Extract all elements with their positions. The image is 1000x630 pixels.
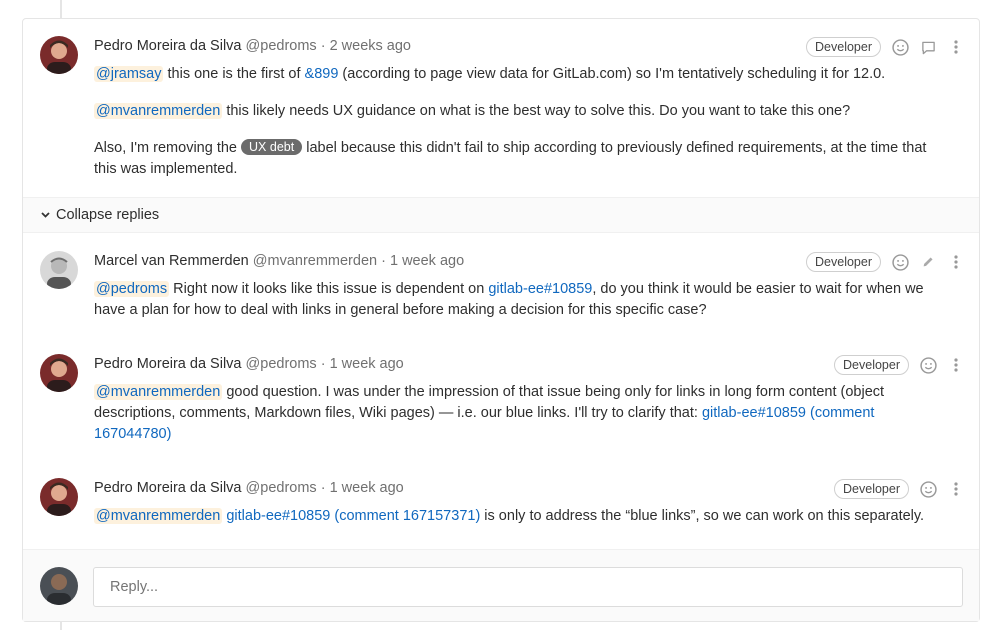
- note-text: @mvanremmerden gitlab-ee#10859 (comment …: [94, 506, 939, 527]
- separator: ·: [320, 480, 326, 496]
- separator: ·: [320, 356, 326, 372]
- collapse-replies-label: Collapse replies: [56, 207, 160, 223]
- author-name[interactable]: Pedro Moreira da Silva: [94, 480, 242, 496]
- note-timestamp[interactable]: 1 week ago: [390, 253, 464, 269]
- reply-input[interactable]: [93, 567, 963, 607]
- author-name[interactable]: Marcel van Remmerden: [94, 253, 249, 269]
- text: is only to address the “blue links”, so …: [480, 508, 925, 524]
- text: (according to page view data for GitLab.…: [338, 66, 886, 82]
- text: Also, I'm removing the: [94, 140, 242, 156]
- author-handle[interactable]: @mvanremmerden: [253, 253, 377, 269]
- avatar[interactable]: [40, 478, 78, 516]
- author-handle[interactable]: @pedroms: [246, 38, 317, 54]
- avatar[interactable]: [40, 354, 78, 392]
- avatar[interactable]: [40, 251, 78, 289]
- collapse-replies-toggle[interactable]: Collapse replies: [23, 197, 979, 233]
- avatar[interactable]: [40, 36, 78, 74]
- user-mention[interactable]: @jramsay: [94, 66, 164, 82]
- user-mention[interactable]: @mvanremmerden: [94, 508, 223, 524]
- role-badge: Developer: [806, 37, 881, 57]
- note-header: Pedro Moreira da Silva @pedroms · 1 week…: [94, 478, 939, 498]
- user-mention[interactable]: @mvanremmerden: [94, 103, 223, 119]
- note-actions: Developer: [806, 251, 965, 273]
- note-text: @jramsay this one is the first of &899 (…: [94, 64, 939, 180]
- text: Right now it looks like this issue is de…: [169, 281, 489, 297]
- pencil-icon[interactable]: [919, 253, 937, 271]
- role-badge: Developer: [834, 355, 909, 375]
- chevron-down-icon: [41, 199, 50, 233]
- role-badge: Developer: [806, 252, 881, 272]
- note-text: @pedroms Right now it looks like this is…: [94, 279, 939, 321]
- timeline-line: [60, 0, 62, 18]
- author-name[interactable]: Pedro Moreira da Silva: [94, 356, 242, 372]
- separator: ·: [320, 38, 326, 54]
- separator: ·: [381, 253, 386, 269]
- current-user-avatar[interactable]: [40, 567, 78, 605]
- text: this likely needs UX guidance on what is…: [222, 103, 851, 119]
- label-badge[interactable]: UX debt: [241, 139, 303, 155]
- discussion-thread: Pedro Moreira da Silva @pedroms · 2 week…: [22, 18, 980, 622]
- note-actions: Developer: [806, 36, 965, 58]
- author-handle[interactable]: @pedroms: [246, 480, 317, 496]
- author-handle[interactable]: @pedroms: [246, 356, 317, 372]
- note-actions: Developer: [834, 354, 965, 376]
- smiley-icon[interactable]: [891, 253, 909, 271]
- note-timestamp[interactable]: 1 week ago: [330, 480, 404, 496]
- note-actions: Developer: [834, 478, 965, 500]
- issue-link[interactable]: gitlab-ee#10859: [488, 281, 592, 297]
- note-timestamp[interactable]: 2 weeks ago: [330, 38, 411, 54]
- text: this one is the first of: [163, 66, 305, 82]
- author-name[interactable]: Pedro Moreira da Silva: [94, 38, 242, 54]
- smiley-icon[interactable]: [919, 480, 937, 498]
- kebab-menu-icon[interactable]: [947, 253, 965, 271]
- kebab-menu-icon[interactable]: [947, 356, 965, 374]
- kebab-menu-icon[interactable]: [947, 38, 965, 56]
- comment-icon[interactable]: [919, 38, 937, 56]
- timeline-line: [60, 622, 62, 630]
- comment-link[interactable]: gitlab-ee#10859 (comment 167157371): [226, 508, 480, 524]
- note-text: @mvanremmerden good question. I was unde…: [94, 382, 939, 445]
- smiley-icon[interactable]: [919, 356, 937, 374]
- note-header: Pedro Moreira da Silva @pedroms · 1 week…: [94, 354, 939, 374]
- kebab-menu-icon[interactable]: [947, 480, 965, 498]
- epic-link[interactable]: &899: [305, 66, 339, 82]
- role-badge: Developer: [834, 479, 909, 499]
- user-mention[interactable]: @pedroms: [94, 281, 170, 297]
- user-mention[interactable]: @mvanremmerden: [94, 384, 223, 400]
- note-timestamp[interactable]: 1 week ago: [330, 356, 404, 372]
- smiley-icon[interactable]: [891, 38, 909, 56]
- reply-area: [23, 549, 979, 621]
